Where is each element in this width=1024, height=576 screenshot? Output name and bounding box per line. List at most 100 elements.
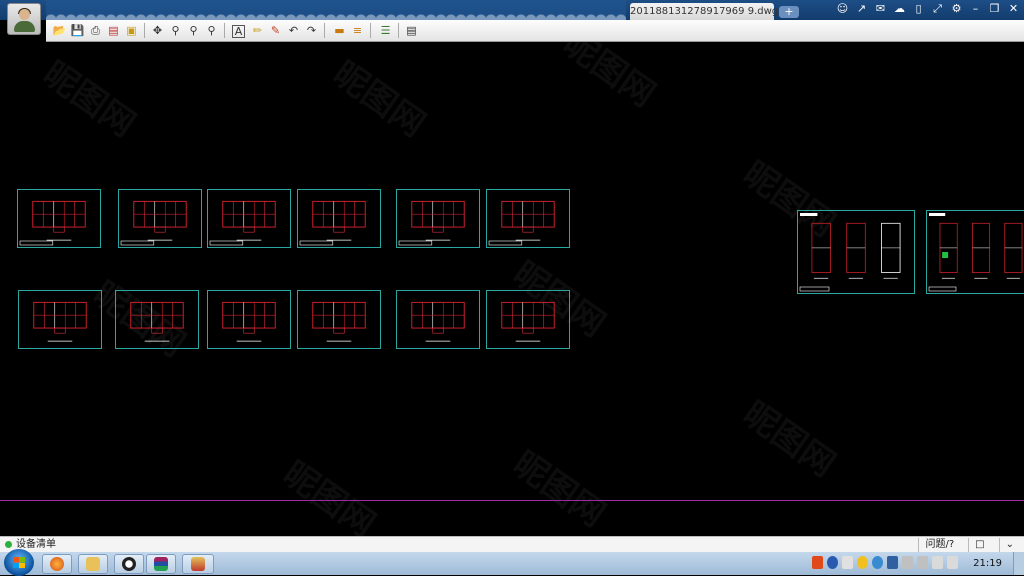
- help-button[interactable]: 问题/?: [918, 538, 960, 552]
- windows-logo-icon: [13, 557, 25, 568]
- volume-icon[interactable]: [947, 556, 958, 569]
- taskbar-app[interactable]: [78, 554, 108, 574]
- sogou-icon[interactable]: [812, 556, 823, 569]
- share-icon[interactable]: ↗: [855, 2, 868, 16]
- drawing-canvas[interactable]: 昵图网 昵图网 昵图网 昵图网 昵图网 昵图网 昵图网 昵图网 昵图网: [0, 42, 1024, 536]
- drawing-sheet[interactable]: [396, 290, 480, 349]
- zoom-icon[interactable]: ⚲: [186, 23, 201, 38]
- flag-icon[interactable]: [887, 556, 898, 569]
- dimension-icon[interactable]: ≡: [350, 23, 365, 38]
- display-icon[interactable]: [917, 556, 928, 569]
- watermark: 昵图网: [275, 453, 383, 536]
- redo-icon[interactable]: ↷: [304, 23, 319, 38]
- drawing-sheet[interactable]: [297, 189, 381, 248]
- floor-plan-drawing: [501, 301, 555, 342]
- user-avatar[interactable]: [7, 3, 41, 35]
- floor-plan-drawing: [411, 301, 465, 342]
- comment-icon[interactable]: □: [968, 538, 990, 552]
- zoom-window-icon[interactable]: ⚲: [168, 23, 183, 38]
- floor-plan-drawing: [299, 200, 366, 246]
- floor-plan-drawing: [19, 200, 86, 246]
- drawing-sheet[interactable]: [297, 290, 381, 349]
- watermark: 昵图网: [555, 42, 663, 116]
- chat-icon[interactable]: ✉: [874, 2, 887, 16]
- floor-plan-drawing: [398, 200, 465, 246]
- security-icon[interactable]: [872, 556, 883, 569]
- user-icon[interactable]: ☺: [836, 2, 849, 16]
- help-icon[interactable]: [827, 556, 838, 569]
- title-bar-decoration: [46, 0, 626, 20]
- status-indicator: [5, 541, 12, 548]
- text-icon[interactable]: A: [232, 25, 245, 38]
- new-tab-button[interactable]: +: [779, 6, 799, 18]
- taskbar-app[interactable]: [182, 554, 214, 574]
- drawing-sheet[interactable]: [17, 189, 101, 248]
- settings-icon[interactable]: ⚙: [950, 2, 963, 16]
- floor-plan-drawing: [120, 200, 187, 246]
- taskbar-app[interactable]: [114, 554, 144, 574]
- phone-icon[interactable]: ▯: [912, 2, 925, 16]
- drawing-sheet[interactable]: [486, 189, 570, 248]
- drawing-sheet[interactable]: [396, 189, 480, 248]
- open-icon[interactable]: 📂: [52, 23, 67, 38]
- window-controls: ☺ ↗ ✉ ☁ ▯ ⤢ ⚙ – ❐ ✕: [836, 2, 1020, 18]
- drawing-sheet[interactable]: [115, 290, 199, 349]
- measure-icon[interactable]: ▬: [332, 23, 347, 38]
- toolbar-separator: [224, 23, 225, 38]
- toolbar-separator: [324, 23, 325, 38]
- undo-icon[interactable]: ↶: [286, 23, 301, 38]
- start-button[interactable]: [4, 549, 34, 576]
- drawing-sheet[interactable]: [18, 290, 102, 349]
- drawing-sheet[interactable]: [486, 290, 570, 349]
- watermark: 昵图网: [325, 53, 433, 146]
- winrar-icon: [154, 557, 168, 571]
- drawing-sheet[interactable]: [207, 290, 291, 349]
- clock[interactable]: 21:19: [973, 552, 1002, 575]
- device-icon[interactable]: [902, 556, 913, 569]
- toolbar-separator: [144, 23, 145, 38]
- signal-icon[interactable]: [932, 556, 943, 569]
- network-icon[interactable]: [842, 556, 853, 569]
- show-desktop-button[interactable]: [1013, 552, 1024, 575]
- taskbar: 21:19: [0, 549, 1024, 576]
- markup-icon[interactable]: ✎: [268, 23, 283, 38]
- toolbar: 📂 💾 ⎙ ▤ ▣ ✥ ⚲ ⚲ ⚲ A ✏ ✎ ↶ ↷ ▬ ≡ ☰ ▤: [46, 20, 1024, 42]
- cloud-icon[interactable]: ☁: [893, 2, 906, 16]
- floor-plan-drawing: [799, 213, 901, 292]
- drawing-sheet[interactable]: [207, 189, 291, 248]
- taskbar-app[interactable]: [42, 554, 72, 574]
- floor-plan-drawing: [928, 213, 1023, 292]
- drawing-sheet[interactable]: [118, 189, 202, 248]
- qq-tray-icon[interactable]: [857, 556, 868, 569]
- properties-icon[interactable]: ▤: [404, 23, 419, 38]
- pan-icon[interactable]: ✥: [150, 23, 165, 38]
- drawing-sheet[interactable]: [926, 210, 1024, 294]
- expand-icon[interactable]: ⌄: [998, 538, 1020, 552]
- floor-plan-drawing: [130, 301, 184, 342]
- system-tray: [812, 556, 958, 569]
- save-icon[interactable]: 💾: [70, 23, 85, 38]
- layers-icon[interactable]: ☰: [378, 23, 393, 38]
- fullscreen-icon[interactable]: ⤢: [931, 2, 944, 16]
- status-actions: 问题/? □ ⌄: [918, 537, 1020, 553]
- document-tab[interactable]: 201188131278917969 9.dwg*: [630, 3, 783, 20]
- pen-icon[interactable]: ✏: [250, 23, 265, 38]
- title-bar: 201188131278917969 9.dwg* + ☺ ↗ ✉ ☁ ▯ ⤢ …: [0, 0, 1024, 20]
- avatar-body: [14, 21, 35, 32]
- export-pdf-icon[interactable]: ▤: [106, 23, 121, 38]
- toolbar-separator: [370, 23, 371, 38]
- restore-icon[interactable]: ❐: [988, 2, 1001, 16]
- toolbar-separator: [398, 23, 399, 38]
- floor-plan-drawing: [209, 200, 276, 246]
- lock-icon[interactable]: ▣: [124, 23, 139, 38]
- close-icon[interactable]: ✕: [1007, 2, 1020, 16]
- folder-icon: [86, 557, 100, 571]
- minimize-icon[interactable]: –: [969, 2, 982, 16]
- print-icon[interactable]: ⎙: [88, 23, 103, 38]
- firefox-icon: [50, 557, 64, 571]
- zoom-extent-icon[interactable]: ⚲: [204, 23, 219, 38]
- drawing-sheet[interactable]: [797, 210, 915, 294]
- taskbar-app[interactable]: [146, 554, 176, 574]
- watermark: 昵图网: [35, 53, 143, 146]
- floor-plan-drawing: [312, 301, 366, 342]
